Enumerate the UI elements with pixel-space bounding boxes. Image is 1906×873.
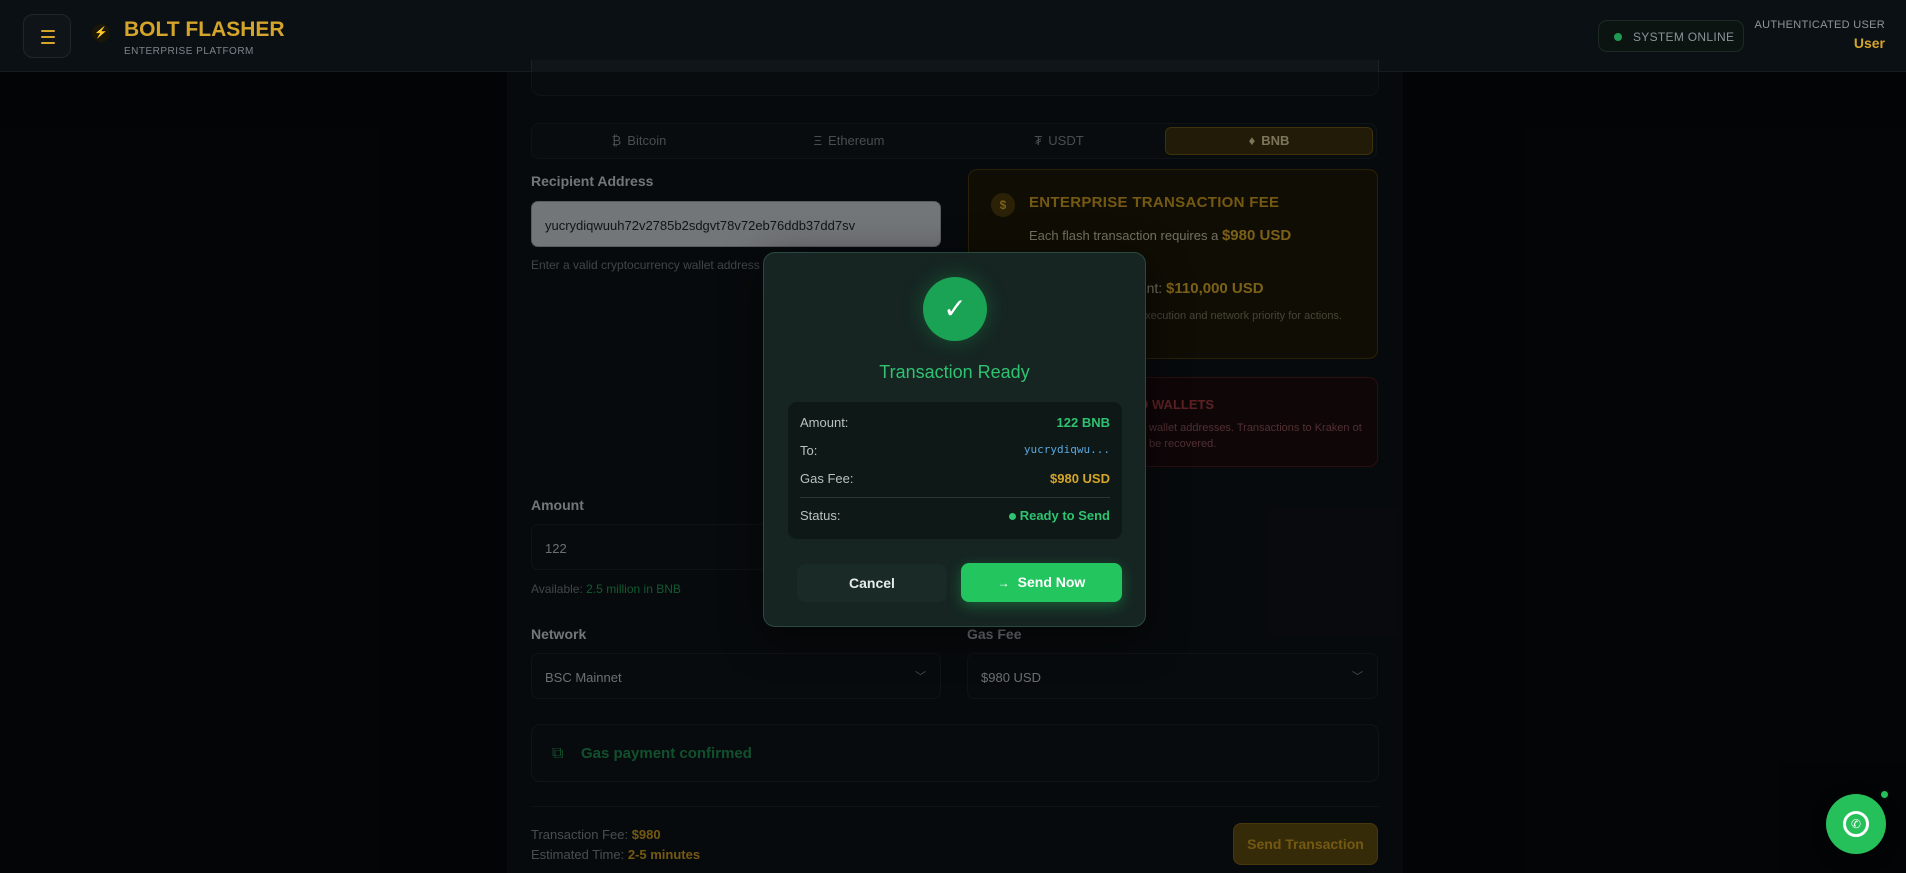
summary-row-to: To: yucrydiqwu...: [800, 443, 1110, 458]
summary-divider: [800, 497, 1110, 498]
arrow-right-icon: →: [997, 576, 1010, 590]
status-dot-icon: [1614, 33, 1622, 41]
online-indicator-dot: [1879, 789, 1890, 800]
whatsapp-button[interactable]: ✆: [1826, 794, 1886, 854]
summary-row-status: Status: Ready to Send: [800, 508, 1110, 523]
bolt-icon: ⚡: [92, 24, 110, 42]
status-text: SYSTEM ONLINE: [1633, 30, 1735, 44]
transaction-ready-modal: ✓ Transaction Ready Amount: 122 BNB To: …: [763, 252, 1146, 627]
cancel-button[interactable]: Cancel: [797, 564, 947, 602]
ready-dot-icon: [1008, 513, 1016, 521]
auth-user[interactable]: User: [1854, 35, 1885, 51]
brand-title: BOLT FLASHER: [124, 18, 285, 41]
check-icon: ✓: [923, 277, 987, 341]
menu-button[interactable]: [23, 14, 71, 58]
summary-row-gas-fee: Gas Fee: $980 USD: [800, 471, 1110, 486]
transaction-summary: Amount: 122 BNB To: yucrydiqwu... Gas Fe…: [788, 402, 1122, 539]
send-now-button[interactable]: → Send Now: [961, 563, 1122, 602]
brand-subtitle: ENTERPRISE PLATFORM: [124, 46, 254, 57]
auth-label: AUTHENTICATED USER: [1754, 19, 1885, 31]
menu-icon: [41, 30, 55, 32]
summary-row-amount: Amount: 122 BNB: [800, 415, 1110, 430]
modal-title: Transaction Ready: [879, 362, 1030, 382]
system-status-badge: SYSTEM ONLINE: [1598, 20, 1744, 52]
whatsapp-icon: ✆: [1843, 811, 1869, 837]
